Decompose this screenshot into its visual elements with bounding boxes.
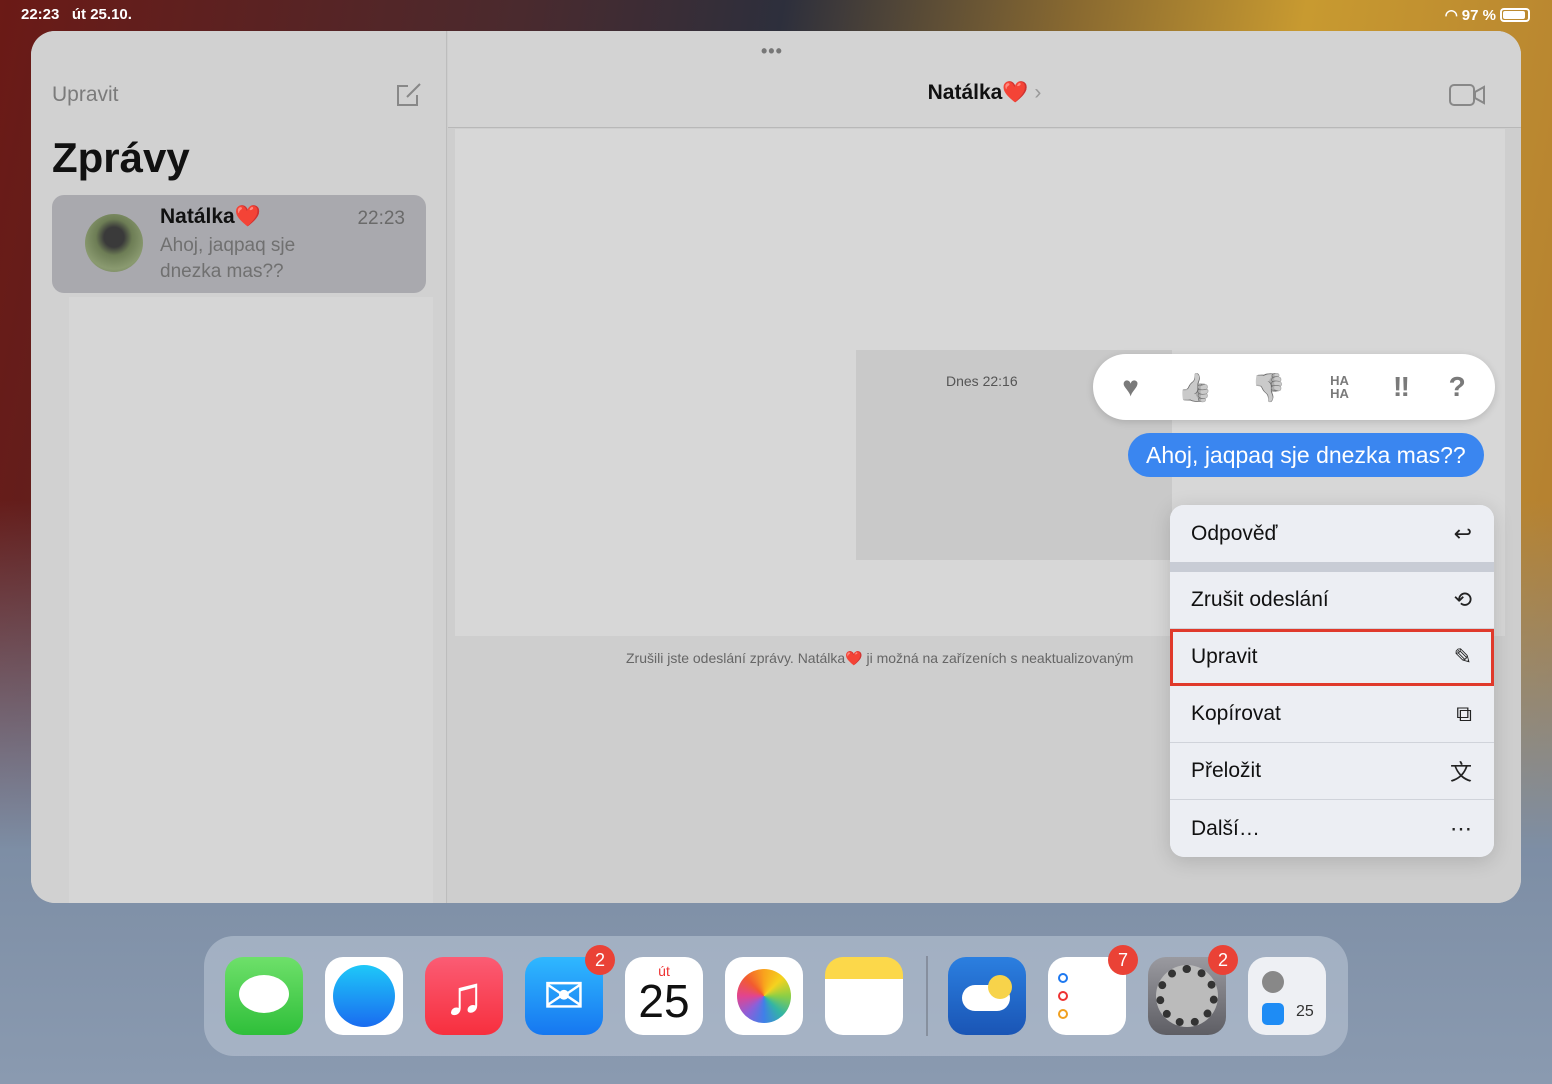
compose-icon[interactable] [395, 81, 423, 109]
chat-header: ••• Natálka❤️ › [448, 31, 1521, 128]
music-app-icon[interactable]: ♫ [425, 957, 503, 1035]
exclamation-icon[interactable]: ‼ [1393, 371, 1410, 403]
contact-name[interactable]: Natálka❤️ › [448, 81, 1521, 105]
conversation-list [69, 297, 433, 903]
menu-item-translate[interactable]: Přeložit 文 [1170, 743, 1494, 800]
message-timestamp: Dnes 22:16 [946, 373, 1018, 389]
copy-icon: ⧉ [1456, 701, 1472, 726]
message-bubble[interactable]: Ahoj, jaqpaq sje dnezka mas?? [1128, 433, 1484, 477]
sidebar: Upravit Zprávy Natálka❤️ 22:23 Ahoj, jaq… [31, 31, 447, 903]
calendar-app-icon[interactable]: út 25 [625, 957, 703, 1035]
conversation-item[interactable]: Natálka❤️ 22:23 Ahoj, jaqpaq sje dnezka … [52, 195, 426, 293]
translate-icon: 文 [1449, 760, 1472, 785]
weather-app-icon[interactable] [948, 957, 1026, 1035]
more-icon: ⋯ [1450, 815, 1472, 841]
messages-app-icon[interactable] [225, 957, 303, 1035]
multitasking-icon[interactable]: ••• [761, 41, 783, 62]
conversation-time: 22:23 [357, 208, 405, 229]
undo-send-icon: ⟲ [1453, 587, 1472, 612]
menu-item-undo-send[interactable]: Zrušit odeslání ⟲ [1170, 572, 1494, 629]
video-call-icon[interactable] [1449, 83, 1485, 107]
context-menu: Odpověď ↩ Zrušit odeslání ⟲ Upravit ✎ Kopír… [1170, 505, 1494, 857]
status-time: 22:23 út 25.10. [21, 6, 132, 23]
recent-apps-folder[interactable]: 25 [1248, 957, 1326, 1035]
photos-app-icon[interactable] [725, 957, 803, 1035]
settings-badge: 2 [1208, 945, 1238, 975]
thumbs-down-icon[interactable]: 👎 [1251, 371, 1286, 404]
question-icon[interactable]: ? [1449, 371, 1466, 403]
tapback-bar: ♥ 👍 👎 HA HA ‼ ? [1093, 354, 1495, 420]
menu-item-reply[interactable]: Odpověď ↩ [1170, 505, 1494, 572]
dock-divider [926, 956, 928, 1036]
menu-item-more[interactable]: Další… ⋯ [1170, 800, 1494, 857]
thumbs-up-icon[interactable]: 👍 [1178, 371, 1213, 404]
conversation-name: Natálka❤️ [160, 205, 261, 228]
heart-icon[interactable]: ♥ [1122, 371, 1139, 403]
edit-button[interactable]: Upravit [52, 83, 119, 107]
reminders-badge: 7 [1108, 945, 1138, 975]
conversation-preview: Ahoj, jaqpaq sje dnezka mas?? [160, 235, 296, 282]
battery-icon [1500, 8, 1530, 22]
page-title: Zprávy [52, 134, 190, 181]
haha-icon[interactable]: HA HA [1324, 374, 1354, 400]
settings-app-icon[interactable]: 2 [1148, 945, 1238, 1035]
battery-percent: 97 % [1461, 6, 1496, 24]
unsend-notice: Zrušili jste odeslání zprávy. Natálka❤️ … [626, 650, 1134, 666]
pencil-icon: ✎ [1453, 644, 1472, 669]
avatar [85, 214, 143, 272]
wifi-icon: ◠ [1444, 7, 1458, 24]
mail-app-icon[interactable]: ✉ 2 [525, 945, 615, 1035]
menu-item-edit[interactable]: Upravit ✎ [1170, 629, 1494, 686]
safari-app-icon[interactable] [325, 957, 403, 1035]
mail-badge: 2 [585, 945, 615, 975]
notes-app-icon[interactable] [825, 957, 903, 1035]
status-right: ◠ 97 % [1445, 6, 1530, 24]
reply-icon: ↩ [1453, 520, 1472, 546]
reminders-app-icon[interactable]: 7 [1048, 945, 1138, 1035]
menu-item-copy[interactable]: Kopírovat ⧉ [1170, 686, 1494, 743]
dock: ♫ ✉ 2 út 25 7 2 25 [204, 936, 1348, 1056]
